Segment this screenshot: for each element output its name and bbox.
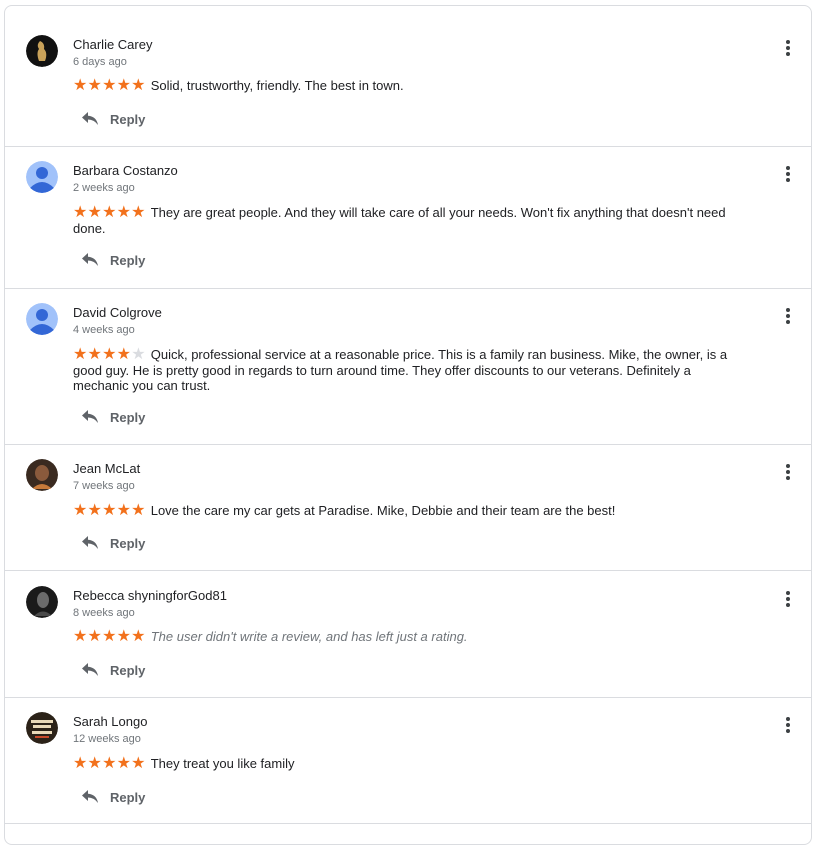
review-body: ★★★★★ Solid, trustworthy, friendly. The b… (73, 77, 733, 94)
reply-button[interactable]: Reply (81, 248, 161, 272)
reply-button[interactable]: Reply (81, 658, 161, 682)
review-text: Solid, trustworthy, friendly. The best i… (150, 78, 404, 93)
divider (5, 146, 812, 147)
review-date: 6 days ago (73, 56, 127, 68)
review-body: ★★★★★ They treat you like family (73, 755, 733, 772)
default-user-avatar-icon[interactable] (26, 161, 58, 193)
divider (5, 288, 812, 289)
review-date: 4 weeks ago (73, 324, 135, 336)
reply-label: Reply (110, 410, 146, 425)
photo-avatar-icon[interactable] (26, 586, 58, 618)
reply-button[interactable]: Reply (81, 531, 161, 555)
review-date: 12 weeks ago (73, 733, 141, 745)
review-body: ★★★★★ They are great people. And they wil… (73, 204, 733, 236)
more-options-icon[interactable] (780, 40, 796, 58)
reviewer-name[interactable]: Sarah Longo (73, 714, 147, 729)
review-body: ★★★★★ Quick, professional service at a re… (73, 346, 733, 394)
default-user-avatar-icon[interactable] (26, 303, 58, 335)
divider (5, 823, 812, 824)
star-rating: ★★★★★ (73, 626, 146, 645)
reply-button[interactable]: Reply (81, 107, 161, 131)
photo-avatar-icon[interactable] (26, 459, 58, 491)
review-body: ★★★★★ The user didn't write a review, and… (73, 628, 733, 645)
reviewer-name[interactable]: Barbara Costanzo (73, 163, 178, 178)
review-date: 8 weeks ago (73, 607, 135, 619)
star-rating: ★★★★★ (73, 202, 146, 221)
more-options-icon[interactable] (780, 464, 796, 482)
review-text: They are great people. And they will tak… (73, 205, 726, 236)
reply-arrow-icon (82, 253, 98, 266)
photo-avatar-icon[interactable] (26, 712, 58, 744)
reviewer-name[interactable]: David Colgrove (73, 305, 162, 320)
reply-label: Reply (110, 112, 146, 127)
review-text: Love the care my car gets at Paradise. M… (150, 503, 616, 518)
divider (5, 697, 812, 698)
star-rating: ★★★★★ (73, 344, 146, 363)
more-options-icon[interactable] (780, 166, 796, 184)
divider (5, 444, 812, 445)
reply-arrow-icon (82, 663, 98, 676)
reply-arrow-icon (82, 790, 98, 803)
reply-button[interactable]: Reply (81, 405, 161, 429)
more-options-icon[interactable] (780, 717, 796, 735)
more-options-icon[interactable] (780, 591, 796, 609)
review-text: Quick, professional service at a reasona… (73, 347, 728, 393)
more-options-icon[interactable] (780, 308, 796, 326)
reply-label: Reply (110, 536, 146, 551)
divider (5, 570, 812, 571)
review-date: 7 weeks ago (73, 480, 135, 492)
reply-button[interactable]: Reply (81, 785, 161, 809)
reviewer-name[interactable]: Rebecca shyningforGod81 (73, 588, 227, 603)
reply-arrow-icon (82, 112, 98, 125)
photo-avatar-icon[interactable] (26, 35, 58, 67)
reply-label: Reply (110, 663, 146, 678)
star-rating: ★★★★★ (73, 500, 146, 519)
reply-arrow-icon (82, 410, 98, 423)
reply-arrow-icon (82, 536, 98, 549)
star-rating: ★★★★★ (73, 75, 146, 94)
reply-label: Reply (110, 253, 146, 268)
reviewer-name[interactable]: Charlie Carey (73, 37, 152, 52)
review-body: ★★★★★ Love the care my car gets at Paradi… (73, 502, 733, 519)
reply-label: Reply (110, 790, 146, 805)
review-text: The user didn't write a review, and has … (150, 629, 468, 644)
review-date: 2 weeks ago (73, 182, 135, 194)
star-rating: ★★★★★ (73, 753, 146, 772)
reviewer-name[interactable]: Jean McLat (73, 461, 140, 476)
review-text: They treat you like family (150, 756, 295, 771)
